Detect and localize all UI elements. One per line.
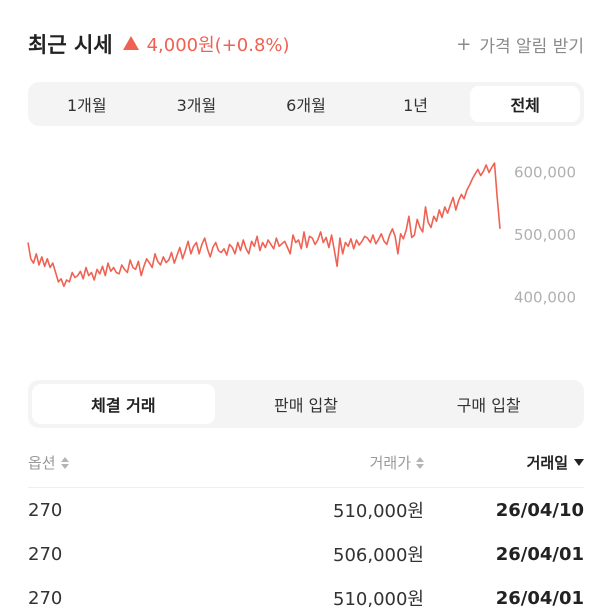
price-chart: 600,000 500,000 400,000 (27, 162, 576, 307)
price-cell: 510,000원 (333, 501, 424, 522)
y-tick-label: 400,000 (514, 289, 576, 307)
y-tick-label: 500,000 (514, 226, 576, 244)
sort-date-header[interactable]: 거래일 (424, 452, 584, 473)
table-row: 270 506,000원 26/04/01 (28, 532, 584, 576)
trade-table: 옵션 거래가 거래일 270 510,000원 26/04/10 270 506… (28, 438, 584, 612)
tab-3-months[interactable]: 3개월 (142, 86, 252, 122)
date-cell: 26/04/10 (495, 499, 584, 521)
header-label: 옵션 (28, 454, 56, 472)
price-alert-label: 가격 알림 받기 (479, 36, 584, 57)
sort-price-header[interactable]: 거래가 (188, 452, 424, 473)
plus-icon: + (456, 33, 472, 55)
sort-icon (416, 456, 424, 469)
table-row: 270 510,000원 26/04/10 (28, 488, 584, 532)
tab-1-month[interactable]: 1개월 (32, 86, 142, 122)
table-header: 옵션 거래가 거래일 (28, 438, 584, 488)
header-label: 거래가 (369, 454, 411, 472)
price-cell: 506,000원 (333, 545, 424, 566)
tab-sell-bids[interactable]: 판매 입찰 (215, 384, 398, 424)
tab-1-year[interactable]: 1년 (361, 86, 471, 122)
option-cell: 270 (28, 499, 63, 521)
price-change: 4,000원(+0.8%) (122, 31, 290, 57)
period-tabs: 1개월 3개월 6개월 1년 전체 (28, 82, 584, 126)
date-cell: 26/04/01 (495, 587, 584, 609)
tab-completed-trades[interactable]: 체결 거래 (32, 384, 215, 424)
triangle-up-icon (122, 36, 139, 50)
price-alert-button[interactable]: + 가격 알림 받기 (456, 32, 584, 57)
table-row: 270 510,000원 26/04/01 (28, 576, 584, 612)
tab-buy-bids[interactable]: 구매 입찰 (397, 384, 580, 424)
tab-6-months[interactable]: 6개월 (251, 86, 361, 122)
sort-icon (60, 456, 69, 469)
price-change-value: 4,000원(+0.8%) (146, 35, 290, 56)
tab-all[interactable]: 전체 (470, 86, 580, 122)
y-tick-label: 600,000 (514, 164, 576, 182)
header-label: 거래일 (526, 454, 568, 472)
option-cell: 270 (28, 543, 63, 565)
price-line (27, 162, 501, 288)
option-cell: 270 (28, 587, 63, 609)
price-header: 최근 시세 4,000원(+0.8%) + 가격 알림 받기 (28, 28, 584, 60)
date-cell: 26/04/01 (495, 543, 584, 565)
sort-option-header[interactable]: 옵션 (28, 452, 188, 473)
trade-tabs: 체결 거래 판매 입찰 구매 입찰 (28, 380, 584, 428)
section-title: 최근 시세 (28, 33, 113, 57)
sort-desc-icon (574, 459, 584, 466)
price-cell: 510,000원 (333, 589, 424, 610)
